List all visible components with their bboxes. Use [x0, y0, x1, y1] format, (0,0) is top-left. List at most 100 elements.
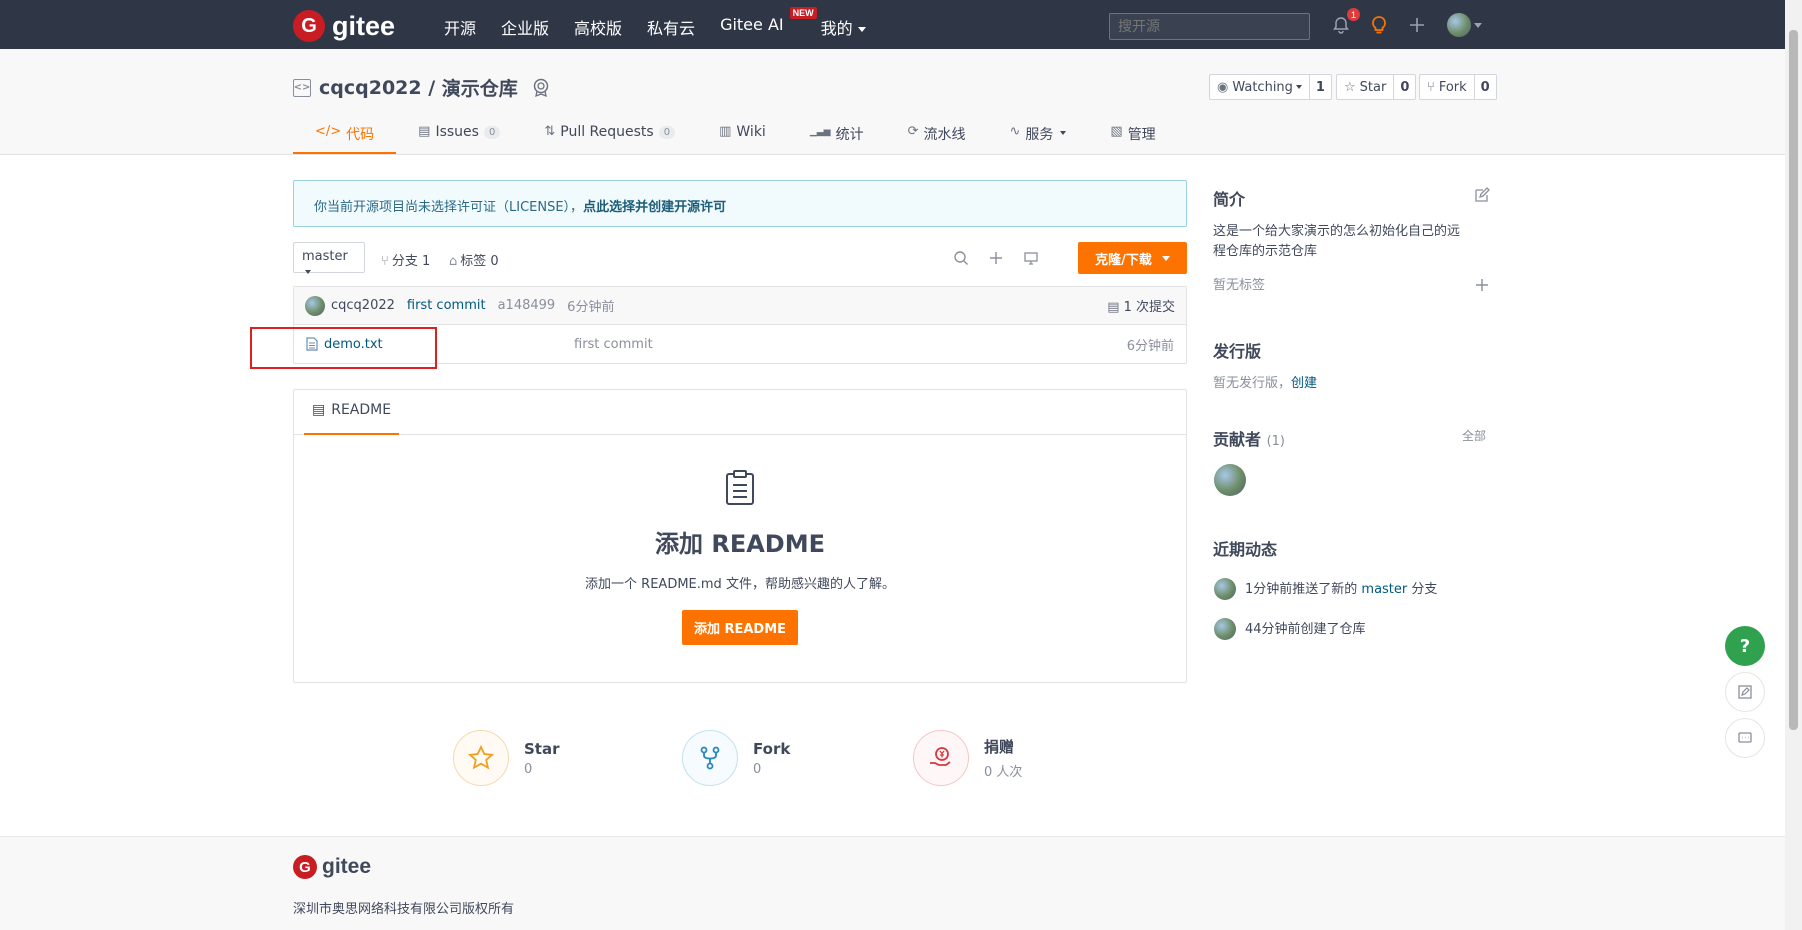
gitee-logo-mark: G	[293, 10, 325, 42]
readme-tab-label: README	[331, 402, 392, 418]
commit-hash[interactable]: a148499	[498, 298, 556, 313]
star-label: Star	[1359, 79, 1387, 95]
tab-stats[interactable]: ▁▃▅ 统计	[788, 116, 886, 154]
fork-count[interactable]: 0	[1475, 75, 1496, 99]
search-input[interactable]	[1109, 13, 1310, 40]
readme-tab[interactable]: ▤ README	[304, 390, 400, 435]
nav-education[interactable]: 高校版	[574, 15, 622, 39]
fork-stat[interactable]: Fork 0	[682, 730, 790, 786]
nav-gitee-ai[interactable]: Gitee AI NEW	[720, 7, 817, 39]
chevron-down-icon	[1473, 22, 1482, 28]
plus-icon[interactable]	[1475, 278, 1489, 292]
nav-gitee-ai-label: Gitee AI	[720, 15, 784, 34]
lightbulb-icon	[1372, 16, 1386, 34]
contributor-avatar[interactable]	[1214, 464, 1246, 496]
donate-stat-value: 0 人次	[984, 765, 1023, 780]
repo-name-link[interactable]: 演示仓库	[442, 74, 518, 101]
watch-label: Watching	[1232, 79, 1293, 95]
top-navbar: G gitee 开源 企业版 高校版 私有云 Gitee AI NEW 我的 1	[0, 0, 1785, 49]
bar-chart-icon: ▁▃▅	[809, 127, 831, 137]
badge-icon[interactable]	[532, 78, 550, 98]
create-release-link[interactable]: 创建	[1291, 376, 1317, 391]
gitee-logo[interactable]: G gitee	[293, 10, 395, 42]
activity-avatar[interactable]	[1214, 578, 1236, 600]
donate-stat-label: 捐赠	[984, 738, 1015, 756]
pull-request-icon: ⇅	[544, 124, 556, 139]
nav-open-source[interactable]: 开源	[444, 15, 476, 39]
commit-author[interactable]: cqcq2022	[331, 298, 395, 313]
chevron-down-icon	[305, 269, 311, 274]
readme-header: ▤ README	[294, 390, 1186, 435]
main-nav: 开源 企业版 高校版 私有云 Gitee AI NEW 我的	[444, 7, 891, 39]
tab-stats-label: 统计	[835, 127, 864, 143]
activity-branch-link[interactable]: master	[1361, 582, 1407, 597]
plus-icon	[1410, 18, 1424, 32]
donate-stat-circle	[913, 730, 969, 786]
branches-label: 分支 1	[391, 254, 431, 269]
branches-link[interactable]: ⑂ 分支 1	[381, 250, 430, 269]
no-tags-text: 暂无标签	[1213, 278, 1266, 293]
tab-manage[interactable]: ▧ 管理	[1088, 116, 1177, 154]
edit-icon[interactable]	[1474, 187, 1490, 203]
create-button[interactable]	[1406, 14, 1428, 36]
star-stat[interactable]: Star 0	[453, 730, 560, 786]
tag-icon: ⌂	[449, 254, 458, 269]
help-button[interactable]: ?	[1725, 626, 1765, 666]
watch-label-wrap: ◉ Watching	[1210, 75, 1310, 99]
user-avatar	[1446, 13, 1471, 37]
question-icon: ?	[1739, 635, 1751, 657]
fork-icon	[700, 746, 720, 770]
footer-logo[interactable]: G gitee	[293, 855, 371, 879]
watch-count[interactable]: 1	[1310, 75, 1331, 99]
all-contributors-link[interactable]: 全部	[1462, 426, 1486, 446]
activity-item: 44分钟前创建了仓库	[1245, 622, 1366, 637]
tab-code[interactable]: </> 代码	[293, 116, 397, 154]
page-scrollbar[interactable]	[1785, 0, 1802, 930]
readme-empty-title: 添加 README	[654, 530, 825, 558]
fork-icon: ⑂	[1427, 79, 1435, 95]
add-file-button[interactable]	[988, 250, 1004, 266]
branch-select[interactable]: master	[293, 242, 365, 274]
nav-private-cloud[interactable]: 私有云	[647, 15, 695, 39]
feedback-button[interactable]	[1725, 672, 1765, 712]
file-commit-message[interactable]: first commit	[574, 337, 653, 352]
tab-services[interactable]: ∿ 服务	[987, 116, 1088, 154]
license-create-link[interactable]: 点此选择并创建开源许可	[583, 200, 726, 215]
new-badge: NEW	[789, 7, 817, 19]
star-button[interactable]: ☆ Star 0	[1336, 74, 1417, 100]
search-file-button[interactable]	[953, 250, 969, 266]
lightbulb-button[interactable]	[1368, 14, 1390, 36]
tab-wiki[interactable]: ▥ Wiki	[697, 116, 788, 154]
repo-title: <> cqcq2022 / 演示仓库	[293, 74, 550, 101]
nav-mine[interactable]: 我的	[821, 15, 866, 39]
search-icon	[954, 251, 968, 265]
web-ide-button[interactable]	[1023, 250, 1039, 266]
fork-label: Fork	[1438, 79, 1467, 95]
plus-icon	[990, 252, 1002, 264]
tab-wiki-label: Wiki	[736, 124, 766, 140]
tab-pull-requests-count: 0	[658, 126, 676, 139]
activity-avatar[interactable]	[1214, 618, 1236, 640]
add-readme-button[interactable]: 添加 README	[681, 610, 799, 645]
branch-name: master	[302, 249, 348, 264]
latest-commit-row: cqcq2022 first commit a148499 6分钟前 ▤ 1 次提…	[294, 287, 1186, 325]
chat-button[interactable]	[1725, 718, 1765, 758]
commit-message[interactable]: first commit	[407, 298, 486, 313]
clone-download-button[interactable]: 克隆/下载	[1078, 242, 1187, 274]
fork-button[interactable]: ⑂ Fork 0	[1419, 74, 1497, 100]
donate-stat[interactable]: 捐赠 0 人次	[913, 730, 1022, 786]
user-menu[interactable]	[1446, 13, 1482, 37]
tab-pipeline[interactable]: ⟳ 流水线	[886, 116, 988, 154]
tab-pull-requests[interactable]: ⇅ Pull Requests 0	[522, 116, 697, 154]
nav-enterprise[interactable]: 企业版	[501, 15, 549, 39]
scrollbar-thumb[interactable]	[1789, 30, 1798, 730]
repo-owner-link[interactable]: cqcq2022	[319, 77, 422, 99]
tab-issues[interactable]: ▤ Issues 0	[396, 116, 522, 154]
tags-link[interactable]: ⌂ 标签 0	[449, 250, 499, 269]
author-avatar[interactable]	[305, 295, 325, 316]
readme-panel: ▤ README 添加 README 添加一个 README.md 文件，帮助感兴…	[293, 389, 1187, 683]
commit-count-link[interactable]: ▤ 1 次提交	[1107, 296, 1175, 315]
watch-button[interactable]: ◉ Watching 1	[1209, 74, 1332, 100]
notification-button[interactable]: 1	[1330, 8, 1360, 36]
star-count[interactable]: 0	[1394, 75, 1415, 99]
